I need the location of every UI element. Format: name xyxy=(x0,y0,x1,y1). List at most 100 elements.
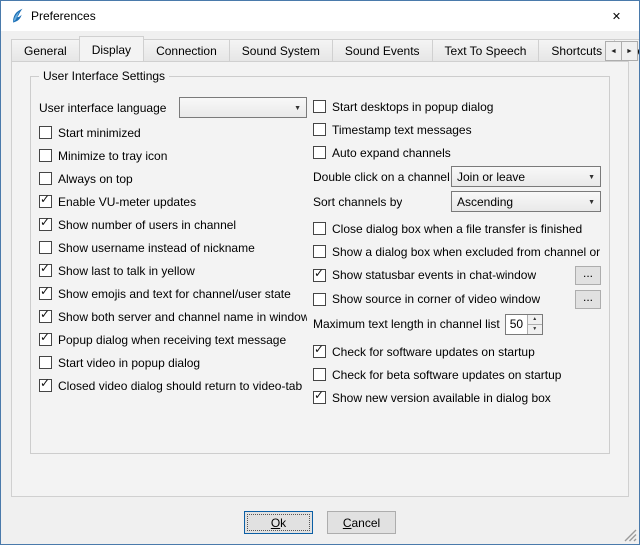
check-icon: ✓ xyxy=(40,331,50,344)
checkbox-label[interactable]: Always on top xyxy=(58,172,133,186)
checkbox-box[interactable]: ✓ xyxy=(39,126,52,139)
tab-shortcuts[interactable]: Shortcuts xyxy=(538,39,615,61)
checkbox-label[interactable]: Minimize to tray icon xyxy=(58,149,167,163)
checkbox-show-server-and-channel-in-title[interactable]: ✓ Show both server and channel name in w… xyxy=(39,305,307,328)
checkbox-minimize-to-tray-icon[interactable]: ✓ Minimize to tray icon xyxy=(39,144,307,167)
checkbox-label[interactable]: Show emojis and text for channel/user st… xyxy=(58,287,291,301)
language-combobox[interactable]: ▼ xyxy=(179,97,307,118)
checkbox-check-beta-updates[interactable]: ✓ Check for beta software updates on sta… xyxy=(313,363,601,386)
checkbox-enable-vu-meter-updates[interactable]: ✓ Enable VU-meter updates xyxy=(39,190,307,213)
checkbox-box[interactable]: ✓ xyxy=(39,333,52,346)
resize-grip-icon[interactable] xyxy=(624,529,637,542)
checkbox-box[interactable]: ✓ xyxy=(313,391,326,404)
checkbox-start-video-in-popup-dialog[interactable]: ✓ Start video in popup dialog xyxy=(39,351,307,374)
spinbox-value[interactable]: 50 xyxy=(506,315,527,334)
checkbox-label[interactable]: Show last to talk in yellow xyxy=(58,264,195,278)
checkbox-box[interactable]: ✓ xyxy=(39,379,52,392)
checkbox-label[interactable]: Show source in corner of video window xyxy=(332,292,540,306)
double-click-value: Join or leave xyxy=(457,170,525,184)
checkbox-label[interactable]: Popup dialog when receiving text message xyxy=(58,333,286,347)
checkbox-show-last-to-talk-in-yellow[interactable]: ✓ Show last to talk in yellow xyxy=(39,259,307,282)
checkbox-box[interactable]: ✓ xyxy=(313,100,326,113)
checkbox-label[interactable]: Check for software updates on startup xyxy=(332,345,535,359)
checkbox-box[interactable]: ✓ xyxy=(39,172,52,185)
checkbox-show-statusbar-events[interactable]: ✓ Show statusbar events in chat-window .… xyxy=(313,263,601,287)
close-button[interactable]: ✕ xyxy=(594,1,639,31)
double-click-combobox[interactable]: Join or leave ▼ xyxy=(451,166,601,187)
tab-scroll-right-button[interactable]: ► xyxy=(621,41,638,61)
checkbox-label[interactable]: Start minimized xyxy=(58,126,141,140)
checkbox-show-new-version-dialog[interactable]: ✓ Show new version available in dialog b… xyxy=(313,386,601,409)
checkbox-box[interactable]: ✓ xyxy=(313,345,326,358)
checkbox-label[interactable]: Close dialog box when a file transfer is… xyxy=(332,222,582,236)
checkbox-box[interactable]: ✓ xyxy=(39,241,52,254)
checkbox-box[interactable]: ✓ xyxy=(313,368,326,381)
tab-sound-events[interactable]: Sound Events xyxy=(332,39,433,61)
checkbox-box[interactable]: ✓ xyxy=(313,245,326,258)
statusbar-events-browse-button[interactable]: ... xyxy=(575,266,601,285)
checkbox-label[interactable]: Closed video dialog should return to vid… xyxy=(58,379,302,393)
checkbox-label[interactable]: Show statusbar events in chat-window xyxy=(332,268,536,282)
spin-up-button[interactable]: ▲ xyxy=(528,315,542,324)
spin-down-button[interactable]: ▼ xyxy=(528,324,542,334)
tab-scroll-left-button[interactable]: ◄ xyxy=(605,41,622,61)
right-column: ✓ Start desktops in popup dialog ✓ Times… xyxy=(313,95,601,409)
tab-label: Sound System xyxy=(242,44,320,58)
checkbox-box[interactable]: ✓ xyxy=(313,123,326,136)
checkbox-label[interactable]: Start video in popup dialog xyxy=(58,356,200,370)
tab-sound-system[interactable]: Sound System xyxy=(229,39,333,61)
checkbox-box[interactable]: ✓ xyxy=(313,293,326,306)
arrow-down-icon: ▼ xyxy=(532,326,537,332)
close-icon: ✕ xyxy=(612,10,621,23)
tab-scroll-control: ◄ ► xyxy=(605,41,638,61)
checkbox-show-username-instead-of-nickname[interactable]: ✓ Show username instead of nickname xyxy=(39,236,307,259)
checkbox-box[interactable]: ✓ xyxy=(313,222,326,235)
checkbox-label[interactable]: Show number of users in channel xyxy=(58,218,236,232)
checkbox-label[interactable]: Auto expand channels xyxy=(332,146,451,160)
checkbox-timestamp-text-messages[interactable]: ✓ Timestamp text messages xyxy=(313,118,601,141)
cancel-button[interactable]: Cancel xyxy=(327,511,396,534)
checkbox-box[interactable]: ✓ xyxy=(39,149,52,162)
checkbox-label[interactable]: Start desktops in popup dialog xyxy=(332,100,493,114)
checkbox-box[interactable]: ✓ xyxy=(313,269,326,282)
checkbox-label[interactable]: Timestamp text messages xyxy=(332,123,472,137)
max-text-length-spinbox[interactable]: 50 ▲ ▼ xyxy=(505,314,543,335)
checkbox-label[interactable]: Enable VU-meter updates xyxy=(58,195,196,209)
tab-general[interactable]: General xyxy=(11,39,80,61)
tab-text-to-speech[interactable]: Text To Speech xyxy=(432,39,540,61)
checkbox-box[interactable]: ✓ xyxy=(39,310,52,323)
checkbox-show-number-of-users[interactable]: ✓ Show number of users in channel xyxy=(39,213,307,236)
tab-connection[interactable]: Connection xyxy=(143,39,230,61)
check-icon: ✓ xyxy=(314,343,324,356)
checkbox-always-on-top[interactable]: ✓ Always on top xyxy=(39,167,307,190)
sort-channels-combobox[interactable]: Ascending ▼ xyxy=(451,191,601,212)
checkbox-closed-video-return-to-video-tab[interactable]: ✓ Closed video dialog should return to v… xyxy=(39,374,307,397)
checkbox-box[interactable]: ✓ xyxy=(39,218,52,231)
checkbox-start-desktops-in-popup-dialog[interactable]: ✓ Start desktops in popup dialog xyxy=(313,95,601,118)
checkbox-box[interactable]: ✓ xyxy=(39,287,52,300)
checkbox-box[interactable]: ✓ xyxy=(39,356,52,369)
checkbox-box[interactable]: ✓ xyxy=(39,264,52,277)
tab-display[interactable]: Display xyxy=(79,36,144,61)
checkbox-show-emojis-and-text[interactable]: ✓ Show emojis and text for channel/user … xyxy=(39,282,307,305)
checkbox-box[interactable]: ✓ xyxy=(313,146,326,159)
checkbox-label[interactable]: Show both server and channel name in win… xyxy=(58,310,307,324)
checkbox-close-dialog-file-transfer-finished[interactable]: ✓ Close dialog box when a file transfer … xyxy=(313,217,601,240)
checkbox-auto-expand-channels[interactable]: ✓ Auto expand channels xyxy=(313,141,601,164)
checkbox-box[interactable]: ✓ xyxy=(39,195,52,208)
video-source-browse-button[interactable]: ... xyxy=(575,290,601,309)
checkbox-label[interactable]: Show new version available in dialog box xyxy=(332,391,551,405)
titlebar[interactable]: Preferences ✕ xyxy=(1,1,639,31)
checkbox-show-source-in-video-window[interactable]: ✓ Show source in corner of video window … xyxy=(313,287,601,311)
checkbox-show-dialog-when-excluded[interactable]: ✓ Show a dialog box when excluded from c… xyxy=(313,240,601,263)
checkbox-start-minimized[interactable]: ✓ Start minimized xyxy=(39,121,307,144)
checkbox-popup-dialog-text-message[interactable]: ✓ Popup dialog when receiving text messa… xyxy=(39,328,307,351)
checkbox-label[interactable]: Show username instead of nickname xyxy=(58,241,255,255)
group-title: User Interface Settings xyxy=(39,69,169,83)
window-title: Preferences xyxy=(31,9,96,23)
checkbox-label[interactable]: Show a dialog box when excluded from cha… xyxy=(332,245,601,259)
language-row: User interface language ▼ xyxy=(39,95,307,120)
checkbox-check-software-updates[interactable]: ✓ Check for software updates on startup xyxy=(313,340,601,363)
ok-button[interactable]: Ok xyxy=(244,511,313,534)
checkbox-label[interactable]: Check for beta software updates on start… xyxy=(332,368,561,382)
